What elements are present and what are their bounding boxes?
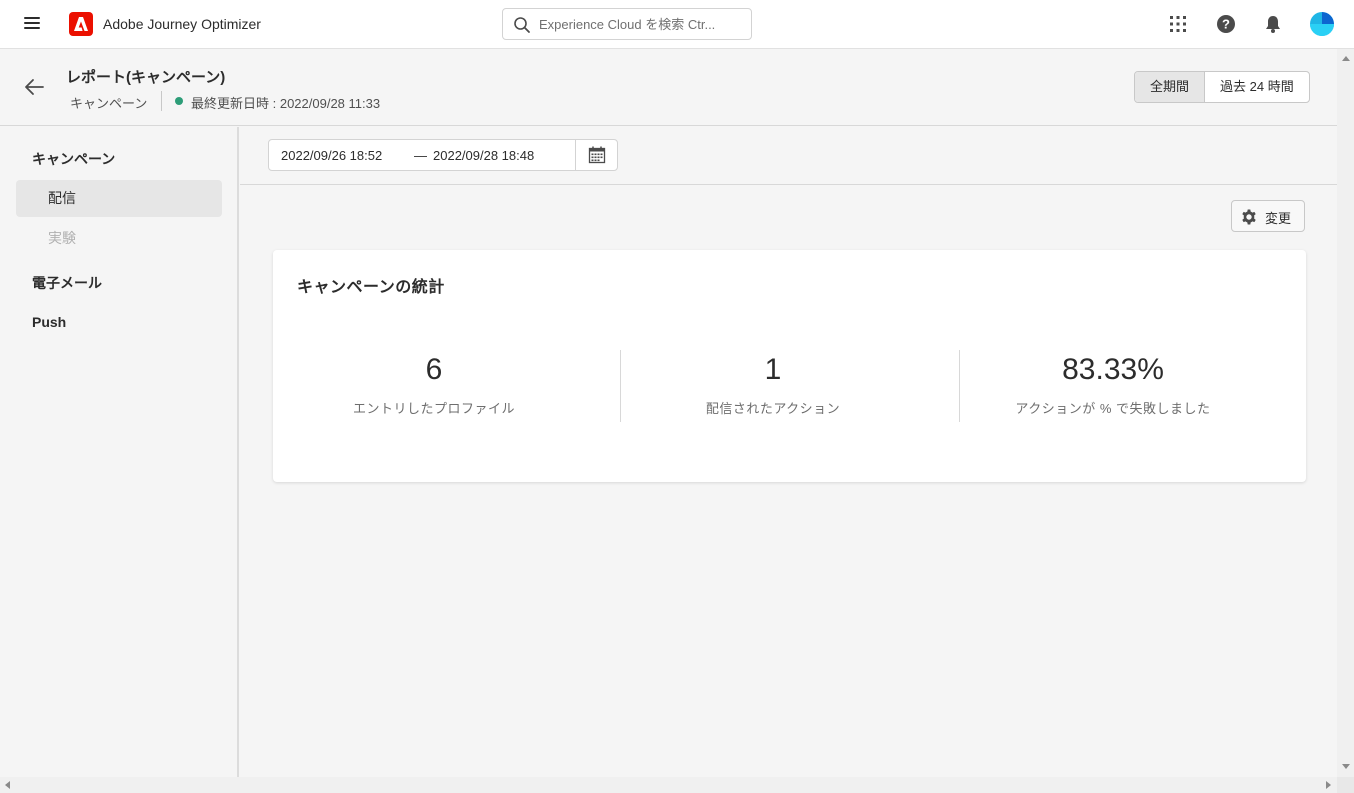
sidebar-item-experiment: 実験	[48, 230, 76, 246]
search-box[interactable]	[502, 8, 752, 40]
stat-value: 83.33%	[1062, 353, 1164, 386]
sidebar-heading-push[interactable]: Push	[32, 314, 66, 330]
stat-value: 6	[425, 353, 443, 386]
page-header: レポート(キャンペーン) キャンペーン 最終更新日時 : 2022/09/28 …	[0, 49, 1337, 126]
stat-label: アクションが % で失敗しました	[1015, 401, 1211, 416]
top-bar: Adobe Journey Optimizer ?	[0, 0, 1354, 49]
gear-icon	[1242, 209, 1256, 225]
time-range-toggle: 全期間 過去 24 時間	[1134, 71, 1310, 103]
range-last-24h-button[interactable]: 過去 24 時間	[1205, 72, 1309, 102]
campaign-stats-card: キャンペーンの統計 6 エントリしたプロファイル 1 配信されたアクション 83…	[273, 250, 1306, 482]
page-title: レポート(キャンペーン)	[66, 69, 226, 86]
stat-profiles-entered: 6 エントリしたプロファイル	[264, 350, 604, 417]
sidebar-item-delivery[interactable]: 配信	[16, 180, 222, 217]
help-icon[interactable]: ?	[1216, 14, 1236, 34]
change-button-label: 変更	[1265, 211, 1292, 226]
date-range-separator: —	[414, 148, 427, 163]
stat-label: 配信されたアクション	[705, 401, 841, 416]
scroll-down-arrow-icon[interactable]	[1342, 764, 1350, 769]
stat-value: 1	[764, 353, 782, 386]
breadcrumb: キャンペーン	[70, 96, 148, 111]
date-range-field[interactable]: 2022/09/26 18:52 — 2022/09/28 18:48	[268, 139, 618, 171]
adobe-logo-icon[interactable]	[69, 12, 93, 36]
svg-text:?: ?	[1222, 17, 1230, 32]
vertical-scrollbar[interactable]	[1337, 49, 1354, 777]
app-title[interactable]: Adobe Journey Optimizer	[103, 16, 261, 32]
sidebar-heading-email[interactable]: 電子メール	[32, 273, 102, 293]
stat-actions-delivered: 1 配信されたアクション	[603, 350, 943, 417]
scroll-right-arrow-icon[interactable]	[1326, 781, 1331, 789]
calendar-icon	[588, 146, 606, 164]
date-range-end: 2022/09/28 18:48	[433, 148, 535, 163]
scroll-left-arrow-icon[interactable]	[5, 781, 10, 789]
stat-actions-failed-percent: 83.33% アクションが % で失敗しました	[943, 350, 1283, 417]
status-dot-icon	[175, 97, 183, 105]
user-avatar[interactable]	[1310, 12, 1334, 36]
notification-bell-icon[interactable]	[1263, 14, 1283, 34]
last-updated-text: 最終更新日時 : 2022/09/28 11:33	[191, 96, 381, 111]
hamburger-menu-icon[interactable]	[24, 17, 40, 31]
date-range-start: 2022/09/26 18:52	[281, 148, 383, 163]
range-all-time-button[interactable]: 全期間	[1135, 72, 1206, 102]
search-icon	[514, 17, 530, 33]
back-arrow-icon[interactable]	[24, 78, 44, 96]
change-settings-button[interactable]: 変更	[1231, 200, 1305, 232]
stat-label: エントリしたプロファイル	[352, 401, 515, 416]
sidebar: キャンペーン 配信 実験 電子メール Push	[0, 127, 239, 777]
horizontal-scrollbar[interactable]	[0, 777, 1337, 793]
apps-grid-icon[interactable]	[1168, 14, 1188, 34]
breadcrumb-divider	[161, 91, 162, 111]
calendar-button[interactable]	[575, 140, 618, 170]
search-input[interactable]	[539, 9, 744, 39]
stats-card-title: キャンペーンの統計	[297, 279, 445, 296]
sidebar-heading-campaign[interactable]: キャンペーン	[32, 149, 115, 169]
scrollbar-corner	[1337, 777, 1354, 793]
scroll-up-arrow-icon[interactable]	[1342, 56, 1350, 61]
date-range-bar: 2022/09/26 18:52 — 2022/09/28 18:48	[240, 127, 1337, 185]
